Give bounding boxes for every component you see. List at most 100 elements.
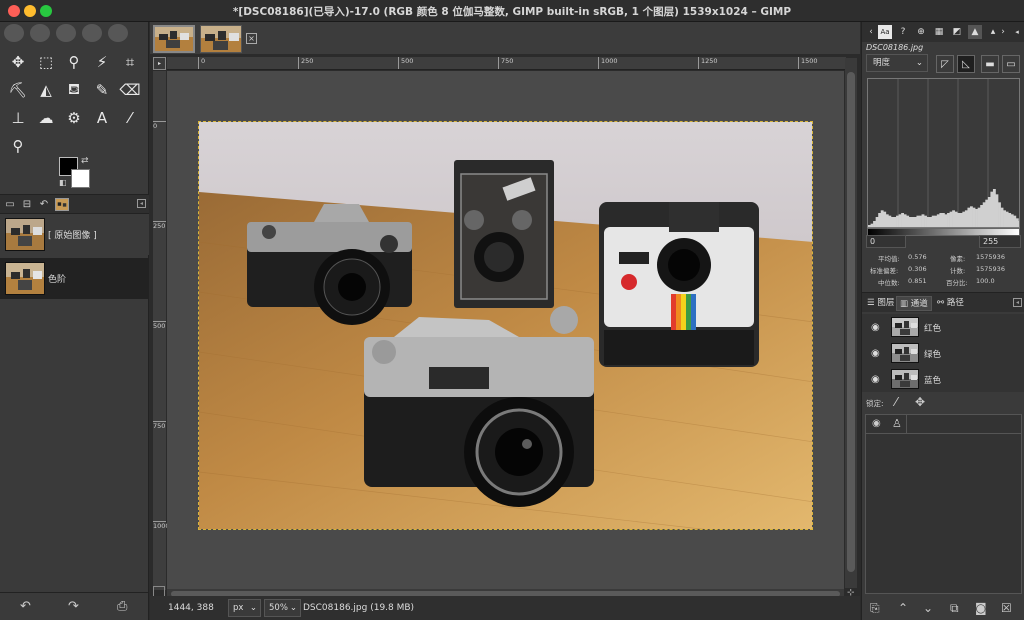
histogram-graph[interactable] [867, 78, 1020, 228]
crop-tool-icon[interactable]: ⌗ [116, 48, 144, 76]
background-color-swatch[interactable] [71, 169, 90, 188]
channel-select[interactable]: 明度 ⌄ [866, 54, 928, 72]
bucket-fill-tool-icon[interactable]: ⛾ [60, 76, 88, 104]
image-tab-active[interactable] [153, 25, 195, 53]
duplicate-channel-icon[interactable]: ⧉ [950, 601, 959, 616]
move-tool-icon[interactable]: ✥ [4, 48, 32, 76]
redo-icon[interactable]: ↷ [68, 599, 79, 614]
channel-list-area[interactable]: ◉ ♙ [865, 414, 1022, 594]
swap-colors-icon[interactable]: ⇄ [81, 156, 89, 166]
text-tool-icon[interactable]: A [88, 104, 116, 132]
range-max-input[interactable]: 255 [979, 235, 1021, 248]
histogram-bar [995, 194, 999, 227]
right-dock-tabs: ‹ Aa ? ⊕ ▦ ◩ ▲ ▴ › ◂ [862, 22, 1024, 42]
tool-grid: ✥ ⬚ ⚲ ⚡ ⌗ ⛏ ◭ ⛾ ✎ ⌫ ⊥ ☁ ⚙ A ⁄ ⚲ [4, 48, 148, 160]
scroll-right-icon[interactable]: › [996, 25, 1010, 39]
channel-row[interactable]: ◉ 蓝色 [862, 366, 1024, 392]
tab-channels[interactable]: ▥ 通道 [896, 296, 932, 311]
lasso-tool-icon[interactable]: ⚲ [60, 48, 88, 76]
histogram-bar [952, 210, 955, 227]
history-item-label: 色阶 [48, 275, 67, 285]
close-tab-icon[interactable]: × [246, 33, 257, 44]
left-dock-tabs: ▭ ⊟ ↶ ◂ [0, 194, 149, 214]
histogram-bar [1008, 213, 1012, 227]
histogram-bar [888, 215, 892, 227]
palettes-tab-icon[interactable]: ▦ [932, 25, 946, 39]
pointer-tab-icon[interactable]: ⊕ [914, 25, 928, 39]
channel-row[interactable]: ◉ 绿色 [862, 340, 1024, 366]
lower-channel-icon[interactable]: ⌄ [923, 601, 933, 615]
layers-dock-tabs: ☰ 图层 ▥ 通道 ⚯ 路径 ◂ [862, 292, 1024, 312]
device-status-tab-icon[interactable]: ⊟ [20, 198, 34, 211]
paintbrush-tool-icon[interactable]: ✎ [88, 76, 116, 104]
histogram-bar [959, 213, 963, 227]
zoom-select[interactable]: 50% ⌄ [264, 599, 301, 617]
unit-select[interactable]: px ⌄ [228, 599, 261, 617]
warp-tool-icon[interactable]: ⛏ [4, 76, 32, 104]
lock-position-icon[interactable]: ✥ [915, 395, 925, 409]
tool-options-tab-icon[interactable]: ▭ [3, 198, 17, 211]
vertical-scrollbar[interactable] [845, 58, 857, 588]
histogram-bar [1015, 218, 1019, 227]
tab-paths[interactable]: ⚯ 路径 [934, 296, 967, 311]
eye-icon[interactable]: ◉ [872, 418, 881, 429]
paths-tool-icon[interactable]: ⚙ [60, 104, 88, 132]
help-tab-icon[interactable]: ? [896, 25, 910, 39]
lock-label: 锁定: [866, 399, 884, 408]
history-item[interactable]: [ 原始图像 ] [0, 214, 149, 255]
images-tab-icon[interactable] [55, 198, 69, 211]
histogram-bar [880, 210, 884, 227]
range-min-input[interactable]: 0 [866, 235, 906, 248]
histogram-tab-icon[interactable]: ▲ [968, 25, 982, 39]
eye-icon[interactable]: ◉ [871, 322, 880, 333]
clone-tool-icon[interactable]: ⊥ [4, 104, 32, 132]
smudge-tool-icon[interactable]: ☁ [32, 104, 60, 132]
histogram-bar [893, 217, 897, 227]
pixels-value: 1575936 [976, 253, 1005, 261]
canvas-area[interactable] [167, 71, 844, 590]
reset-colors-icon[interactable]: ◧ [59, 178, 67, 187]
lock-pixels-icon[interactable]: ⁄ [895, 395, 897, 409]
delete-channel-icon[interactable]: ☒ [1001, 601, 1012, 615]
dock-menu-button[interactable]: ◂ [137, 199, 146, 208]
dock-menu-icon[interactable]: ◂ [1010, 25, 1024, 39]
image-photo[interactable] [198, 121, 813, 530]
eye-icon[interactable]: ◉ [871, 348, 880, 359]
histogram-bar [964, 210, 968, 227]
histogram-bar [972, 207, 976, 227]
vertical-scroll-thumb[interactable] [847, 72, 855, 572]
undo-history-tab-icon[interactable]: ↶ [37, 198, 51, 211]
new-channel-icon[interactable]: ⎘ [870, 601, 880, 616]
eye-icon[interactable]: ◉ [871, 374, 880, 385]
color-picker-tool-icon[interactable]: ⁄ [116, 104, 144, 132]
scroll-left-icon[interactable]: ‹ [864, 25, 878, 39]
log-histogram-button[interactable]: ◺ [957, 55, 975, 73]
eraser-tool-icon[interactable]: ⌫ [116, 76, 144, 104]
quick-mask-toggle-icon[interactable]: ▸ [153, 57, 166, 70]
undo-icon[interactable]: ↶ [20, 599, 31, 614]
histogram-mode-button-1[interactable]: ▬ [981, 55, 999, 73]
olympus-camera [247, 204, 412, 325]
linear-histogram-button[interactable]: ◸ [936, 55, 954, 73]
count-value: 1575936 [976, 265, 1005, 273]
zoom-tool-icon[interactable]: ⚲ [4, 132, 32, 160]
histogram-mode-button-2[interactable]: ▭ [1002, 55, 1020, 73]
tab-layers[interactable]: ☰ 图层 [864, 296, 897, 311]
channel-row[interactable]: ◉ 红色 [862, 314, 1024, 340]
histogram-bar [954, 211, 958, 227]
chain-icon[interactable]: ♙ [892, 417, 902, 430]
fonts-tab-icon[interactable]: Aa [878, 25, 892, 39]
raise-channel-icon[interactable]: ⌃ [898, 601, 908, 615]
history-item-selected[interactable]: 色阶 [0, 258, 149, 299]
cage-tool-icon[interactable]: ◭ [32, 76, 60, 104]
image-tab[interactable] [200, 25, 242, 53]
dock-menu-button[interactable]: ◂ [1013, 298, 1022, 307]
histogram-bar [990, 191, 994, 227]
sample-points-tab-icon[interactable]: ◩ [950, 25, 964, 39]
clear-history-icon[interactable]: ⎙ [117, 599, 127, 614]
fuzzy-select-tool-icon[interactable]: ⚡ [88, 48, 116, 76]
histogram-file-name: DSC08186.jpg [866, 43, 924, 52]
rect-select-tool-icon[interactable]: ⬚ [32, 48, 60, 76]
channel-thumbnail [891, 317, 919, 337]
channel-to-selection-icon[interactable]: ◙ [975, 601, 987, 615]
